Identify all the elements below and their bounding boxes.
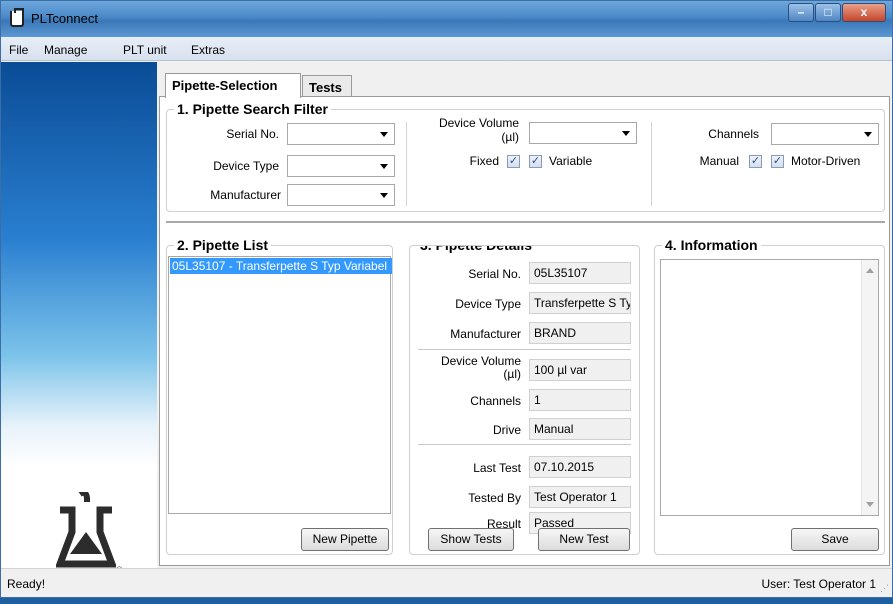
filter-separator [406, 122, 407, 206]
pipette-details-group: 3. Pipette Details Serial No. 05L35107 D… [409, 245, 640, 555]
detail-type-value: Transferpette S Ty [529, 292, 631, 314]
detail-manufacturer-label: Manufacturer [450, 327, 521, 341]
chevron-down-icon [380, 132, 388, 137]
filter-separator [651, 122, 652, 206]
detail-type-label: Device Type [455, 297, 521, 311]
close-button[interactable]: x [842, 3, 886, 22]
search-filter-title: 1. Pipette Search Filter [174, 101, 331, 117]
window-controls: – □ x [787, 3, 886, 22]
pipette-details-title: 3. Pipette Details [417, 246, 536, 253]
section-divider [166, 221, 885, 223]
device-volume-combo[interactable] [529, 122, 637, 144]
chevron-down-icon [380, 164, 388, 169]
app-window: PLTconnect – □ x File Manage PLT unit Ex… [0, 0, 893, 603]
app-flask-icon [10, 8, 24, 27]
brand-flask-logo-icon [56, 492, 116, 568]
device-volume-label: Device Volume [438, 116, 519, 130]
pipette-list-group: 2. Pipette List 05L35107 - Transferpette… [166, 237, 393, 555]
status-bar: Ready! User: Test Operator 1 ⋰ [1, 568, 892, 597]
device-volume-unit: (µl) [501, 130, 519, 144]
serial-no-combo[interactable] [287, 123, 395, 145]
detail-volume-value: 100 µl var [529, 359, 631, 381]
menu-bar: File Manage PLT unit Extras [1, 37, 892, 61]
manual-checkbox[interactable]: ✓ [749, 155, 762, 168]
new-test-button[interactable]: New Test [538, 528, 630, 551]
tab-tests[interactable]: Tests [302, 75, 352, 97]
tab-panel-pipette-selection: 1. Pipette Search Filter Serial No. Devi… [159, 96, 890, 566]
window-title: PLTconnect [31, 11, 98, 26]
scroll-up-icon[interactable] [866, 268, 874, 273]
detail-volume-label: Device Volume [440, 354, 521, 368]
detail-tested-by-label: Tested By [468, 491, 521, 505]
information-title: 4. Information [662, 237, 761, 253]
detail-channels-label: Channels [470, 394, 521, 408]
fixed-label: Fixed [469, 154, 499, 168]
status-text: Ready! [7, 577, 46, 591]
variable-label: Variable [549, 154, 593, 168]
manufacturer-combo[interactable] [287, 184, 395, 206]
motor-driven-checkbox[interactable]: ✓ [771, 155, 784, 168]
detail-drive-value: Manual [529, 418, 631, 440]
information-scrollbar[interactable] [861, 260, 878, 515]
menu-extras[interactable]: Extras [191, 43, 225, 57]
detail-drive-label: Drive [492, 423, 521, 437]
device-type-combo[interactable] [287, 155, 395, 177]
detail-serial-label: Serial No. [468, 267, 521, 281]
status-user: User: Test Operator 1 [761, 577, 877, 591]
detail-manufacturer-value: BRAND [529, 322, 631, 344]
save-button[interactable]: Save [791, 528, 879, 551]
variable-checkbox[interactable]: ✓ [529, 155, 542, 168]
minimize-button[interactable]: – [788, 3, 814, 22]
fixed-checkbox[interactable]: ✓ [507, 155, 520, 168]
device-type-label: Device Type [213, 159, 279, 173]
maximize-button[interactable]: □ [815, 3, 841, 22]
manual-label: Manual [699, 154, 739, 168]
serial-no-label: Serial No. [226, 127, 279, 141]
resize-grip-icon[interactable]: ⋰ [880, 583, 889, 594]
details-divider [418, 444, 631, 445]
detail-last-test-value: 07.10.2015 [529, 456, 631, 478]
channels-label: Channels [708, 127, 759, 141]
search-filter-group: 1. Pipette Search Filter Serial No. Devi… [166, 101, 885, 212]
details-divider [418, 349, 631, 350]
menu-plt-unit[interactable]: PLT unit [123, 43, 167, 57]
scroll-down-icon[interactable] [866, 502, 874, 507]
channels-combo[interactable] [771, 123, 879, 145]
brand-pane: ® BRAND [1, 62, 157, 603]
main-content: Pipette-Selection Tests 1. Pipette Searc… [159, 62, 892, 568]
chevron-down-icon [380, 193, 388, 198]
show-tests-button[interactable]: Show Tests [428, 528, 514, 551]
detail-tested-by-value: Test Operator 1 [529, 486, 631, 508]
pipette-listbox[interactable]: 05L35107 - Transferpette S Typ Variabel [168, 256, 392, 514]
pipette-list-title: 2. Pipette List [174, 237, 272, 253]
tab-pipette-selection[interactable]: Pipette-Selection [165, 73, 301, 98]
new-pipette-button[interactable]: New Pipette [301, 528, 389, 551]
list-item[interactable]: 05L35107 - Transferpette S Typ Variabel [170, 258, 392, 274]
menu-manage[interactable]: Manage [44, 43, 87, 57]
information-textarea[interactable] [660, 259, 879, 516]
motor-driven-label: Motor-Driven [791, 154, 861, 168]
menu-file[interactable]: File [9, 43, 28, 57]
detail-serial-value: 05L35107 [529, 262, 631, 284]
manufacturer-label: Manufacturer [210, 188, 281, 202]
detail-volume-unit: (µl) [503, 367, 521, 381]
detail-channels-value: 1 [529, 389, 631, 411]
chevron-down-icon [622, 131, 630, 136]
chevron-down-icon [864, 132, 872, 137]
title-bar[interactable]: PLTconnect – □ x [1, 1, 892, 37]
detail-last-test-label: Last Test [473, 461, 521, 475]
information-group: 4. Information Save [654, 237, 885, 555]
